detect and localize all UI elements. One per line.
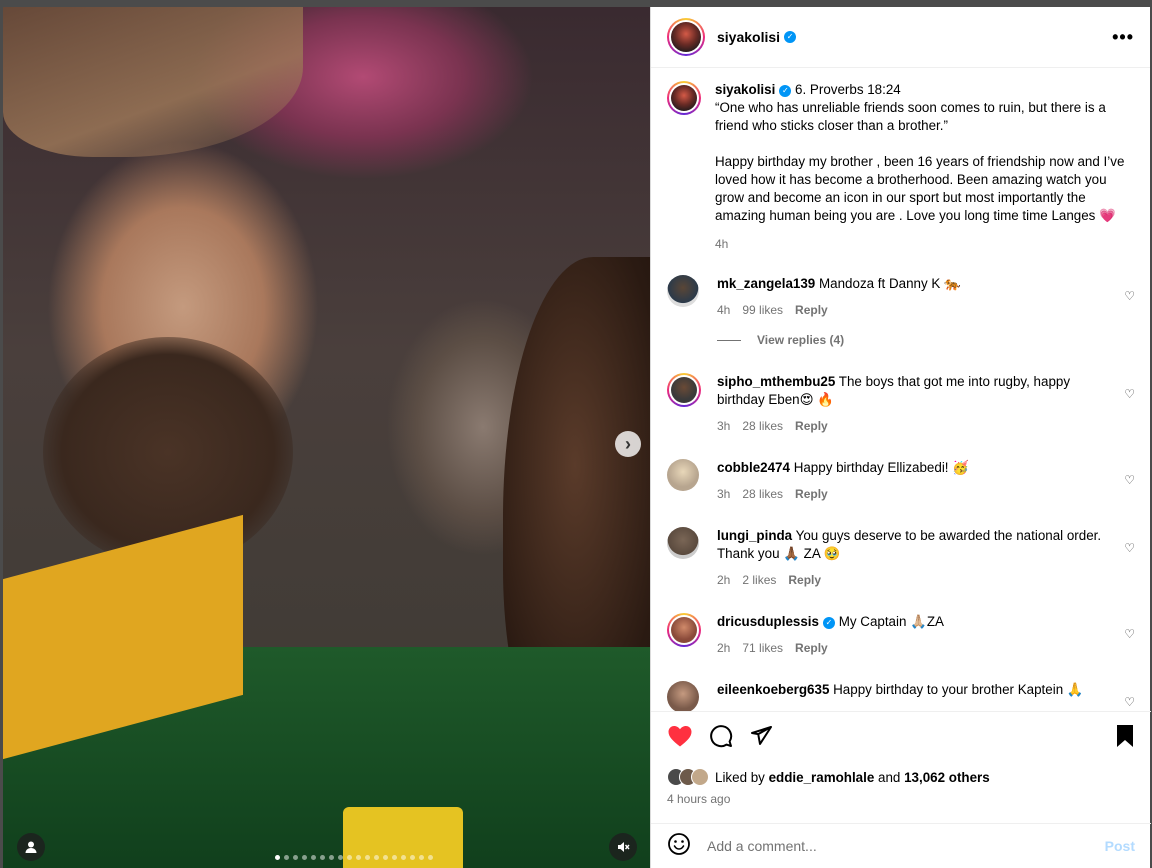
comment-username[interactable]: mk_zangela139 xyxy=(717,276,815,291)
screenshot-frame: › siyakolisi ✓ ••• siyakolisi ✓ 6. Prove… xyxy=(0,0,1152,868)
heart-outline-icon[interactable]: ♡ xyxy=(1124,387,1135,401)
comment-row: eileenkoeberg635 Happy birthday to your … xyxy=(667,681,1135,711)
reply-button[interactable]: Reply xyxy=(795,303,828,317)
comment-avatar[interactable] xyxy=(667,613,701,647)
person-icon[interactable] xyxy=(17,833,45,861)
caption-quote: “One who has unreliable friends soon com… xyxy=(715,100,1106,133)
share-icon[interactable] xyxy=(749,724,773,753)
verified-badge-icon: ✓ xyxy=(779,85,792,97)
comment-username[interactable]: lungi_pinda xyxy=(717,528,792,543)
heart-filled-icon[interactable] xyxy=(667,724,693,753)
author-avatar[interactable] xyxy=(667,18,705,56)
post-comment-button[interactable]: Post xyxy=(1105,838,1135,854)
comment-username[interactable]: eileenkoeberg635 xyxy=(717,682,829,697)
comment-time: 3h xyxy=(717,487,731,501)
reply-button[interactable]: Reply xyxy=(788,573,821,587)
caption-row: siyakolisi ✓ 6. Proverbs 18:24 “One who h… xyxy=(667,81,1135,253)
caption-username[interactable]: siyakolisi xyxy=(715,82,775,97)
heart-outline-icon[interactable]: ♡ xyxy=(1124,541,1135,555)
post-side-panel: siyakolisi ✓ ••• siyakolisi ✓ 6. Proverbs… xyxy=(650,7,1151,868)
post-header: siyakolisi ✓ ••• xyxy=(651,7,1150,68)
reply-button[interactable]: Reply xyxy=(795,641,828,655)
comment-time: 4h xyxy=(717,303,731,317)
comment-row: sipho_mthembu25 The boys that got me int… xyxy=(667,373,1135,435)
heart-outline-icon[interactable]: ♡ xyxy=(1124,473,1135,487)
caption-time: 4h xyxy=(715,237,729,251)
carousel-dots xyxy=(275,855,433,860)
reply-button[interactable]: Reply xyxy=(795,419,828,433)
caption-message: Happy birthday my brother , been 16 year… xyxy=(715,154,1125,223)
comment-avatar[interactable] xyxy=(667,459,699,491)
next-media-button[interactable]: › xyxy=(615,431,641,457)
muted-speaker-icon[interactable] xyxy=(609,833,637,861)
comment-time: 2h xyxy=(717,573,731,587)
media-beard xyxy=(43,337,293,567)
verified-badge-icon: ✓ xyxy=(822,617,835,629)
comment-text: My Captain 🙏🏼ZA xyxy=(838,614,944,629)
more-options-icon[interactable]: ••• xyxy=(1112,27,1134,48)
comment-username[interactable]: sipho_mthembu25 xyxy=(717,374,835,389)
comments-list[interactable]: siyakolisi ✓ 6. Proverbs 18:24 “One who h… xyxy=(651,69,1151,711)
comment-avatar[interactable] xyxy=(667,373,701,407)
author-username[interactable]: siyakolisi xyxy=(717,29,780,45)
comment-likes[interactable]: 28 likes xyxy=(742,487,783,501)
comment-username[interactable]: cobble2474 xyxy=(717,460,790,475)
comment-likes[interactable]: 28 likes xyxy=(742,419,783,433)
comment-icon[interactable] xyxy=(709,724,733,753)
comment-avatar[interactable] xyxy=(667,681,699,711)
comment-time: 3h xyxy=(717,419,731,433)
add-comment-bar: Post xyxy=(651,823,1151,868)
verified-badge-icon: ✓ xyxy=(784,31,797,43)
comment-likes[interactable]: 2 likes xyxy=(742,573,776,587)
posted-time: 4 hours ago xyxy=(667,792,731,806)
comment-row: lungi_pinda You guys deserve to be award… xyxy=(667,527,1135,589)
comment-likes[interactable]: 71 likes xyxy=(742,641,783,655)
comment-row: mk_zangela139 Mandoza ft Danny K 🐅 4h 99 … xyxy=(667,275,1135,319)
comment-text: Happy birthday to your brother Kaptein 🙏 xyxy=(833,682,1084,697)
comment-text: Mandoza ft Danny K 🐅 xyxy=(819,276,961,291)
bookmark-filled-icon[interactable] xyxy=(1115,724,1135,753)
caption-avatar[interactable] xyxy=(667,81,701,115)
liker-username[interactable]: eddie_ramohlale xyxy=(769,770,875,785)
likes-summary[interactable]: Liked by eddie_ramohlale and 13,062 othe… xyxy=(667,768,1135,786)
heart-outline-icon[interactable]: ♡ xyxy=(1124,289,1135,303)
post-actions: Liked by eddie_ramohlale and 13,062 othe… xyxy=(651,711,1151,811)
heart-outline-icon[interactable]: ♡ xyxy=(1124,695,1135,709)
media-hair xyxy=(3,7,303,157)
comment-input[interactable] xyxy=(707,838,1105,854)
comment-username[interactable]: dricusduplessis xyxy=(717,614,819,629)
reply-button[interactable]: Reply xyxy=(795,487,828,501)
comment-row: cobble2474 Happy birthday Ellizabedi! 🥳 … xyxy=(667,459,1135,503)
comment-avatar[interactable] xyxy=(667,275,699,307)
caption-heading: 6. Proverbs 18:24 xyxy=(795,82,901,97)
comment-row: dricusduplessis ✓ My Captain 🙏🏼ZA 2h 71 li… xyxy=(667,613,1135,657)
post-media[interactable]: › xyxy=(3,7,650,868)
emoji-icon[interactable] xyxy=(667,832,691,861)
liker-avatars xyxy=(667,768,709,786)
likes-count[interactable]: 13,062 others xyxy=(904,770,990,785)
view-replies-button[interactable]: View replies (4) xyxy=(717,333,1135,347)
comment-text: Happy birthday Ellizabedi! 🥳 xyxy=(793,460,969,475)
comment-likes[interactable]: 99 likes xyxy=(742,303,783,317)
heart-outline-icon[interactable]: ♡ xyxy=(1124,627,1135,641)
comment-avatar[interactable] xyxy=(667,527,699,559)
comment-time: 2h xyxy=(717,641,731,655)
